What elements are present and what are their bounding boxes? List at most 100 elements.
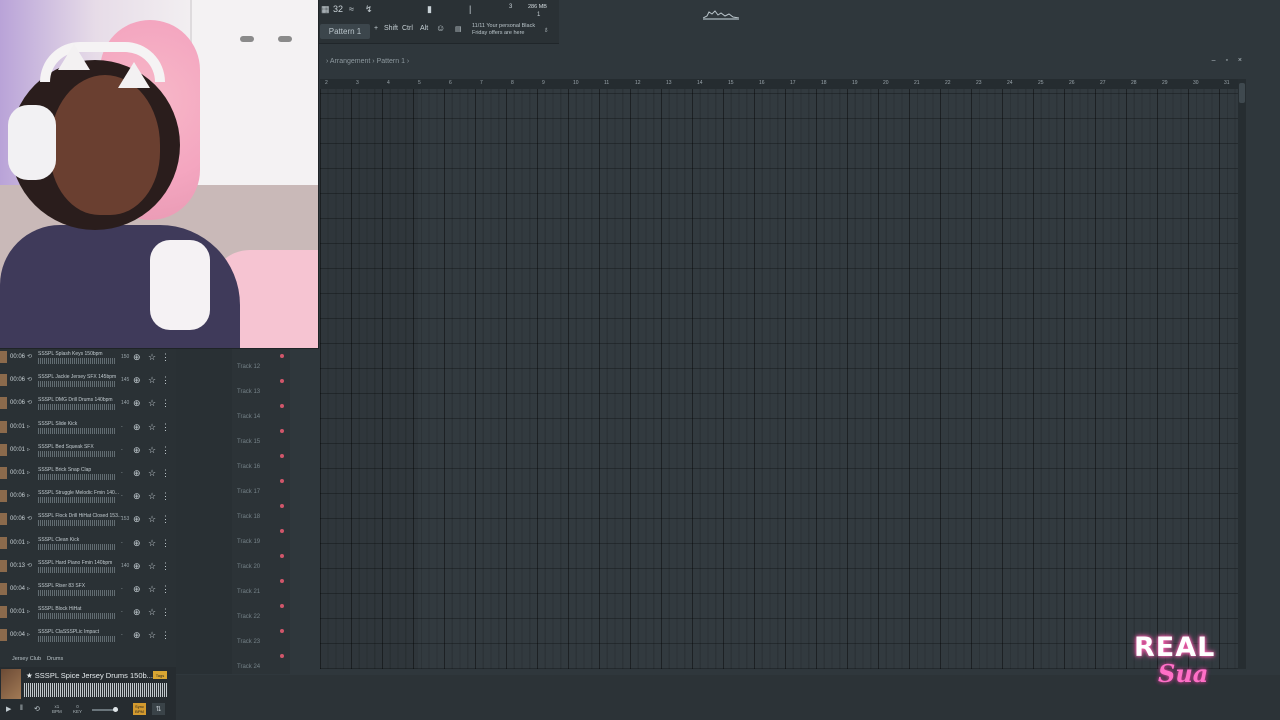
step-icon[interactable]: ↯ [365, 4, 373, 15]
drag-icon[interactable]: ⇅ [152, 703, 165, 715]
track-label[interactable]: Track 20 [237, 564, 260, 570]
sample-waveform[interactable] [38, 520, 116, 527]
sample-waveform[interactable] [38, 358, 116, 364]
sample-waveform[interactable] [38, 613, 116, 620]
add-icon[interactable]: ⊕ [133, 375, 141, 386]
track-mute-dot[interactable] [280, 579, 284, 583]
star-icon[interactable]: ☆ [148, 491, 156, 502]
add-icon[interactable]: ⊕ [133, 607, 141, 618]
more-icon[interactable]: ⋮ [161, 491, 170, 502]
track-label[interactable]: Track 15 [237, 439, 260, 445]
list-item[interactable]: 00:06 ⟲ SSSPL Jackie Jersey SFX 145bpm 145 ⊕… [0, 372, 176, 395]
more-icon[interactable]: ⋮ [161, 584, 170, 595]
bell-icon[interactable]: ♁ [543, 25, 549, 34]
snap-icon[interactable]: ▦ [321, 4, 330, 15]
list-item[interactable]: 00:01 ▹ SSSPL Slide Kick - ⊕ ☆ ⋮ [0, 419, 176, 442]
star-icon[interactable]: ☆ [148, 538, 156, 549]
list-item[interactable]: 00:13 ⟲ SSSPL Hard Piano Fmin 140bpm 140 ⊕ ☆ ⋮ [0, 558, 176, 581]
more-icon[interactable]: ⋮ [161, 445, 170, 456]
sample-waveform[interactable] [38, 474, 116, 480]
add-icon[interactable]: ⊕ [133, 561, 141, 572]
star-icon[interactable]: ☆ [148, 398, 156, 409]
list-item[interactable]: 00:04 ▹ SSSPL Riser 83 SFX - ⊕ ☆ ⋮ [0, 581, 176, 604]
track-label[interactable]: Track 22 [237, 614, 260, 620]
cart-icon[interactable]: ▤ [455, 25, 462, 33]
tempo-icon[interactable]: 32 [333, 4, 343, 14]
add-icon[interactable]: ⊕ [133, 468, 141, 479]
shift-key[interactable]: Shift [384, 25, 398, 32]
volume-knob[interactable] [113, 707, 118, 712]
add-icon[interactable]: ⊕ [133, 422, 141, 433]
list-item[interactable]: 00:06 ⟲ SSSPL Flock Drill HiHat Closed 153… [0, 511, 176, 534]
tab-jersey-club[interactable]: Jersey Club [12, 656, 41, 662]
list-item[interactable]: 00:04 ▹ SSSPL ClaSSSPLic Impact - ⊕ ☆ ⋮ [0, 627, 176, 650]
alt-key[interactable]: Alt [420, 25, 428, 32]
add-icon[interactable]: ⊕ [133, 584, 141, 595]
sample-waveform[interactable] [38, 450, 116, 457]
list-item[interactable]: 00:06 ⟲ SSSPL DMG Drill Drums 140bpm 140 ⊕ ☆ ⋮ [0, 395, 176, 418]
list-item[interactable]: 00:01 ▹ SSSPL Bed Squeak SFX - ⊕ ☆ ⋮ [0, 442, 176, 465]
add-icon[interactable]: ⊕ [133, 514, 141, 525]
smile-icon[interactable]: ☺ [436, 23, 445, 33]
sync-bpm-button[interactable]: Sync BPM [133, 703, 146, 715]
more-icon[interactable]: ⋮ [161, 561, 170, 572]
track-mute-dot[interactable] [280, 629, 284, 633]
play-icon[interactable]: ▶ [6, 705, 11, 713]
record-icon[interactable]: ▮ [427, 4, 432, 15]
star-icon[interactable]: ☆ [148, 561, 156, 572]
vertical-scrollbar[interactable] [1238, 79, 1246, 669]
track-mute-dot[interactable] [280, 604, 284, 608]
more-icon[interactable]: ⋮ [161, 468, 170, 479]
sample-waveform[interactable] [24, 683, 168, 697]
playlist-breadcrumb[interactable]: › Arrangement › Pattern 1 › [326, 58, 409, 65]
more-icon[interactable]: ⋮ [161, 352, 170, 363]
track-mute-dot[interactable] [280, 479, 284, 483]
more-icon[interactable]: ⋮ [161, 514, 170, 525]
add-icon[interactable]: ⊕ [133, 538, 141, 549]
star-icon[interactable]: ☆ [148, 375, 156, 386]
ctrl-key[interactable]: Ctrl [402, 25, 413, 32]
more-icon[interactable]: ⋮ [161, 375, 170, 386]
window-controls[interactable]: – ▫ × [1212, 57, 1246, 64]
list-item[interactable]: 00:06 ⟲ SSSPL Splash Keys 150bpm 150 ⊕ ☆ ⋮ [0, 349, 176, 372]
track-label[interactable]: Track 16 [237, 464, 260, 470]
track-label[interactable]: Track 18 [237, 514, 260, 520]
more-icon[interactable]: ⋮ [161, 398, 170, 409]
track-label[interactable]: Track 19 [237, 539, 260, 545]
more-icon[interactable]: ⋮ [161, 630, 170, 641]
track-label[interactable]: Track 14 [237, 414, 260, 420]
loop-icon[interactable]: ⟲ [34, 705, 40, 713]
track-mute-dot[interactable] [280, 404, 284, 408]
bpm-readout[interactable]: x1 BPM [52, 704, 62, 714]
loop-icon[interactable]: ≈ [349, 4, 354, 14]
track-label[interactable]: Track 13 [237, 389, 260, 395]
sample-waveform[interactable] [38, 590, 116, 596]
more-icon[interactable]: ⋮ [161, 607, 170, 618]
star-icon[interactable]: ☆ [148, 422, 156, 433]
track-mute-dot[interactable] [280, 654, 284, 658]
news-panel[interactable]: 11/11 Your personal Black Friday offers … [472, 23, 552, 37]
add-icon[interactable]: ⊕ [133, 398, 141, 409]
track-label[interactable]: Track 21 [237, 589, 260, 595]
track-mute-dot[interactable] [280, 529, 284, 533]
sample-waveform[interactable] [38, 404, 116, 411]
add-icon[interactable]: ⊕ [133, 445, 141, 456]
add-icon[interactable]: ⊕ [133, 491, 141, 502]
sample-waveform[interactable] [38, 543, 116, 550]
track-label[interactable]: Track 12 [237, 364, 260, 370]
sample-waveform[interactable] [38, 636, 116, 643]
add-pattern-icon[interactable]: + [374, 25, 378, 32]
star-icon[interactable]: ☆ [148, 445, 156, 456]
track-label[interactable]: Track 24 [237, 664, 260, 670]
track-label[interactable]: Track 23 [237, 639, 260, 645]
star-icon[interactable]: ☆ [148, 468, 156, 479]
pause-icon[interactable]: ‖ [20, 705, 23, 712]
playlist-grid[interactable] [320, 89, 1238, 669]
sample-waveform[interactable] [38, 566, 116, 573]
star-icon[interactable]: ☆ [148, 514, 156, 525]
star-icon[interactable]: ☆ [148, 584, 156, 595]
track-mute-dot[interactable] [280, 379, 284, 383]
list-item[interactable]: 00:06 ▹ SSSPL Struggle Melodic Fmin 140...… [0, 488, 176, 511]
list-item[interactable]: 00:01 ▹ SSSPL Block HiHat - ⊕ ☆ ⋮ [0, 604, 176, 627]
track-mute-dot[interactable] [280, 429, 284, 433]
